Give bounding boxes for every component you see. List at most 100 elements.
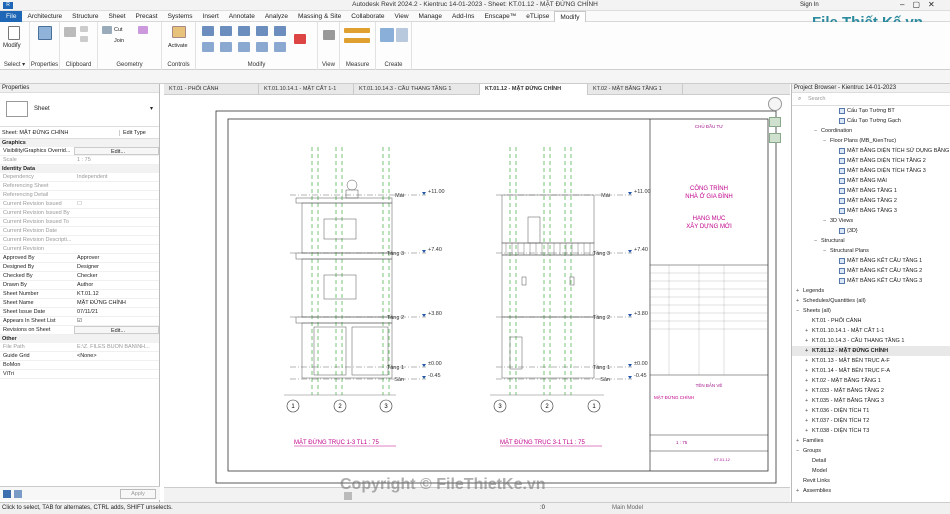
- browser-item[interactable]: − Sheets (all): [792, 306, 950, 316]
- menu-sheet[interactable]: Sheet: [104, 11, 131, 22]
- measure-icon[interactable]: [344, 28, 370, 33]
- scale-icon[interactable]: [274, 42, 286, 52]
- browser-item[interactable]: + Legends: [792, 286, 950, 296]
- browser-item[interactable]: + KT.033 - MẶT BẰNG TẦNG 2: [792, 386, 950, 396]
- browser-item[interactable]: MẶT BẰNG TẦNG 1: [792, 186, 950, 196]
- property-value[interactable]: KT.01.12: [74, 290, 159, 298]
- menu-structure[interactable]: Structure: [67, 11, 103, 22]
- expand-icon[interactable]: +: [796, 486, 803, 496]
- collapse-icon[interactable]: −: [796, 306, 803, 316]
- browser-item[interactable]: MẶT BẰNG DIỆN TÍCH TẦNG 2: [792, 156, 950, 166]
- browser-item[interactable]: + KT.01.14 - MẶT BÊN TRỤC F-A: [792, 366, 950, 376]
- browser-item[interactable]: + KT.02 - MẶT BẰNG TẦNG 1: [792, 376, 950, 386]
- browser-item[interactable]: MẶT BẰNG TẦNG 3: [792, 206, 950, 216]
- menu-enscape-[interactable]: Enscape™: [479, 11, 521, 22]
- collapse-icon[interactable]: −: [814, 126, 821, 136]
- browser-item[interactable]: + KT.01.10.14.1 - MẶT CẮT 1-1: [792, 326, 950, 336]
- menu-modify[interactable]: Modify: [554, 10, 586, 22]
- split-icon[interactable]: [274, 26, 286, 36]
- menu-insert[interactable]: Insert: [198, 11, 224, 22]
- property-category[interactable]: Other: [0, 335, 159, 343]
- align-icon[interactable]: [202, 26, 214, 36]
- expand-icon[interactable]: +: [796, 286, 803, 296]
- property-value[interactable]: Approver: [74, 254, 159, 262]
- rotate-icon[interactable]: [238, 42, 250, 52]
- property-value[interactable]: <None>: [74, 352, 159, 360]
- view-tab[interactable]: KT.01.10.14.3 - CẦU THANG TẦNG 1: [354, 84, 480, 95]
- expand-icon[interactable]: +: [805, 336, 812, 346]
- browser-item[interactable]: {3D}: [792, 226, 950, 236]
- view-tab[interactable]: KT.01.10.14.1 - MẶT CẮT 1-1: [259, 84, 354, 95]
- browser-item[interactable]: Model: [792, 466, 950, 476]
- expand-icon[interactable]: +: [796, 436, 803, 446]
- paste-icon[interactable]: [64, 27, 76, 37]
- browser-item[interactable]: Detail: [792, 456, 950, 466]
- browser-item[interactable]: − Structural: [792, 236, 950, 246]
- mirror-icon[interactable]: [238, 26, 250, 36]
- trim-icon[interactable]: [256, 26, 268, 36]
- search-input[interactable]: Search: [808, 96, 825, 102]
- property-value[interactable]: [74, 361, 159, 369]
- steering-wheel-icon[interactable]: [768, 97, 782, 111]
- move-icon[interactable]: [202, 42, 214, 52]
- chevron-down-icon[interactable]: ▾: [150, 105, 153, 112]
- instance-filter[interactable]: Sheet: MẶT ĐỨNG CHÍNH: [0, 130, 119, 136]
- array-icon[interactable]: [256, 42, 268, 52]
- cope-icon[interactable]: [102, 26, 112, 34]
- browser-item[interactable]: MẶT BẰNG KẾT CẤU TẦNG 3: [792, 276, 950, 286]
- property-category[interactable]: Identity Data: [0, 165, 159, 173]
- expand-icon[interactable]: +: [796, 296, 803, 306]
- property-value[interactable]: MẶT ĐỨNG CHÍNH: [74, 299, 159, 307]
- properties-icon[interactable]: [38, 26, 52, 40]
- collapse-icon[interactable]: −: [814, 236, 821, 246]
- copy-element-icon[interactable]: [220, 42, 232, 52]
- apply-button[interactable]: Apply: [120, 489, 156, 499]
- create-assembly-icon[interactable]: [380, 28, 394, 42]
- browser-item[interactable]: + KT.038 - DIỆN TÍCH T3: [792, 426, 950, 436]
- expand-icon[interactable]: +: [805, 386, 812, 396]
- browser-item[interactable]: Cấu Tạo Tường BT: [792, 106, 950, 116]
- menu-manage[interactable]: Manage: [414, 11, 448, 22]
- sign-in-link[interactable]: Sign In: [800, 2, 819, 8]
- expand-icon[interactable]: +: [805, 406, 812, 416]
- collapse-icon[interactable]: −: [796, 446, 803, 456]
- cut-geometry-button[interactable]: Cut: [114, 27, 123, 33]
- offset-icon[interactable]: [220, 26, 232, 36]
- help-icon[interactable]: [3, 490, 11, 498]
- menu-file[interactable]: File: [0, 10, 23, 22]
- expand-icon[interactable]: +: [805, 326, 812, 336]
- browser-item[interactable]: −3D Views: [792, 216, 950, 226]
- browser-item[interactable]: MẶT BẰNG DIỆN TÍCH SỬ DỤNG BẰNG: [792, 146, 950, 156]
- dimension-icon[interactable]: [344, 38, 370, 43]
- expand-icon[interactable]: +: [805, 346, 812, 356]
- modify-button[interactable]: Modify: [3, 43, 21, 49]
- browser-item[interactable]: MẶT BẰNG KẾT CẤU TẦNG 1: [792, 256, 950, 266]
- browser-item[interactable]: + Families: [792, 436, 950, 446]
- browser-item[interactable]: + KT.036 - DIỆN TÍCH T1: [792, 406, 950, 416]
- status-model[interactable]: Main Model: [612, 505, 643, 511]
- view-tab[interactable]: KT.01 - PHỐI CẢNH: [164, 84, 259, 95]
- select-dropdown[interactable]: Select ▾: [0, 61, 29, 68]
- menu-analyze[interactable]: Analyze: [260, 11, 293, 22]
- browser-item[interactable]: − Coordination: [792, 126, 950, 136]
- window-controls[interactable]: –▢✕: [900, 0, 943, 9]
- browser-item[interactable]: MẶT BẰNG MÁI: [792, 176, 950, 186]
- browser-search[interactable]: ⌕ Search: [792, 93, 950, 106]
- pan-icon[interactable]: [769, 133, 781, 143]
- expand-icon[interactable]: +: [805, 366, 812, 376]
- browser-toggle-icon[interactable]: [14, 490, 22, 498]
- property-value[interactable]: Checker: [74, 272, 159, 280]
- browser-item[interactable]: + KT.037 - DIỆN TÍCH T2: [792, 416, 950, 426]
- menu-precast[interactable]: Precast: [131, 11, 163, 22]
- view-tab[interactable]: KT.01.12 - MẶT ĐỨNG CHÍNH: [480, 84, 588, 95]
- collapse-icon[interactable]: −: [823, 136, 830, 146]
- browser-item[interactable]: + KT.01.13 - MẶT BÊN TRỤC A-F: [792, 356, 950, 366]
- expand-icon[interactable]: +: [805, 396, 812, 406]
- zoom-icon[interactable]: [769, 117, 781, 127]
- edit-type-button[interactable]: Edit Type: [119, 129, 159, 136]
- join-geometry-button[interactable]: Join: [114, 38, 124, 44]
- browser-item[interactable]: − Structural Plans: [792, 246, 950, 256]
- property-value[interactable]: [74, 370, 159, 378]
- menu-architecture[interactable]: Architecture: [22, 11, 67, 22]
- browser-item[interactable]: Cấu Tạo Tường Gạch: [792, 116, 950, 126]
